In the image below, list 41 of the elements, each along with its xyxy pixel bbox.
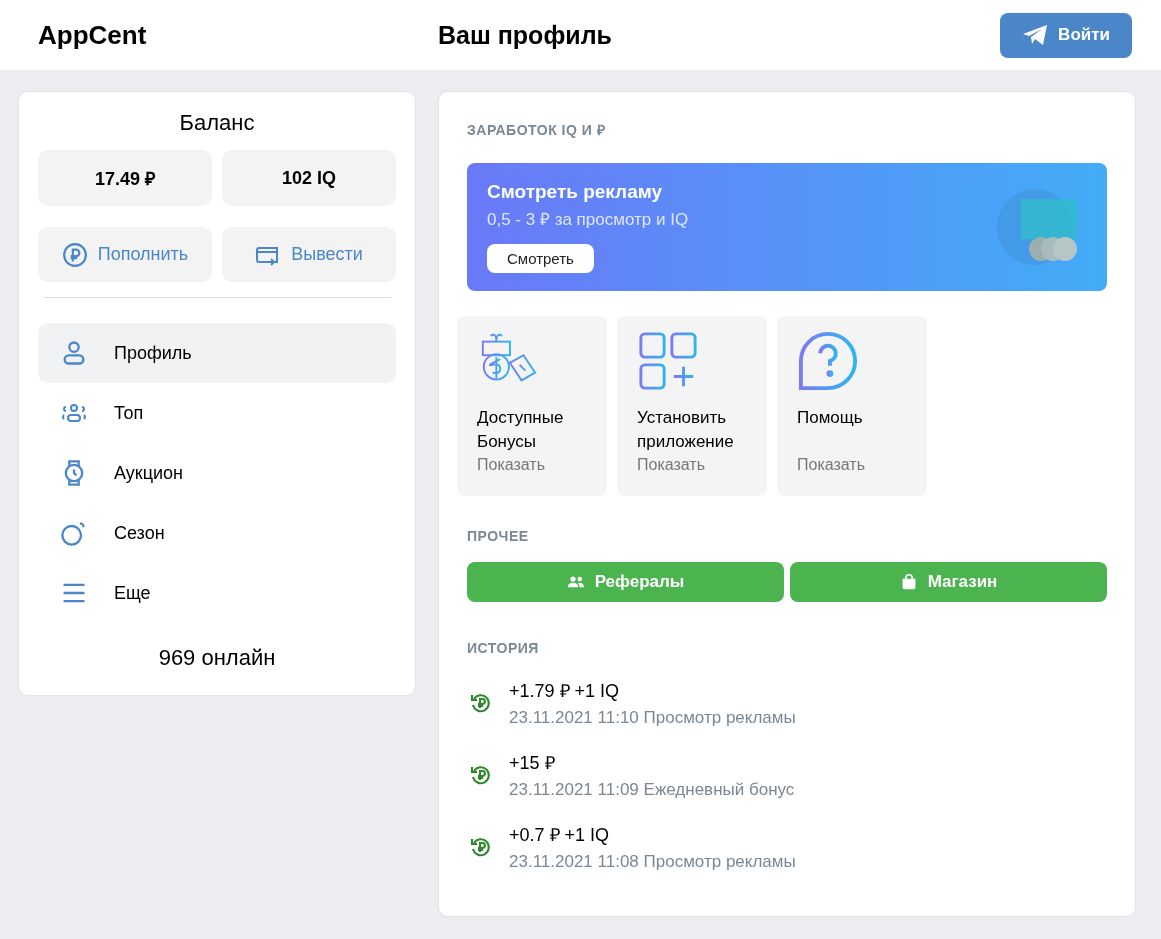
show-link[interactable]: Показать xyxy=(477,456,589,474)
people-icon xyxy=(566,574,585,590)
help-bubble-icon xyxy=(797,330,859,392)
banner-title: Смотреть рекламу xyxy=(487,181,663,203)
nav-item[interactable]: Аукцион xyxy=(38,443,396,503)
tile-title: Помощь xyxy=(797,407,864,429)
section-heading: ИСТОРИЯ xyxy=(467,640,540,656)
feature-tile[interactable]: Доступные Бонусы Показать xyxy=(457,316,607,496)
history-amount: +0.7 ₽ +1 IQ xyxy=(509,824,611,846)
nav-item[interactable]: Еще xyxy=(38,563,396,623)
nav-item[interactable]: Сезон xyxy=(38,503,396,563)
page-title: Ваш профиль xyxy=(438,20,613,50)
balance-amount: 17.49 ₽ xyxy=(38,150,212,206)
show-link[interactable]: Показать xyxy=(797,456,909,474)
history-details: 23.11.2021 11:09 Ежедневный бонус xyxy=(509,780,795,800)
ruble-history-icon xyxy=(469,691,493,715)
feature-tile[interactable]: Установить приложение Показать xyxy=(617,316,767,496)
show-link[interactable]: Показать xyxy=(637,456,749,474)
watch-button[interactable]: Смотреть xyxy=(487,244,594,273)
nav-item[interactable]: Топ xyxy=(38,383,396,443)
login-button[interactable]: Войти xyxy=(1000,12,1132,58)
ruble-history-icon xyxy=(469,763,493,787)
balance-title: Баланс xyxy=(178,110,256,136)
feature-tile[interactable]: Помощь Показать xyxy=(777,316,927,496)
history-amount: +15 ₽ xyxy=(509,752,556,774)
balance-amount: 102 IQ xyxy=(222,150,396,206)
online-count: 969 онлайн xyxy=(157,645,277,671)
apps-add-icon xyxy=(637,330,699,392)
tile-title: Установить приложение xyxy=(637,407,735,453)
nav-item[interactable]: Профиль xyxy=(38,323,396,383)
section-heading: ЗАРАБОТОК IQ И ₽ xyxy=(467,121,607,139)
ruble-coin-icon xyxy=(61,241,88,268)
history-details: 23.11.2021 11:08 Просмотр рекламы xyxy=(509,852,796,872)
section-heading: ПРОЧЕЕ xyxy=(467,528,530,544)
banner-subtitle: 0,5 - 3 ₽ за просмотр и IQ xyxy=(487,209,689,230)
ruble-history-icon xyxy=(469,835,493,859)
tile-title: Доступные Бонусы xyxy=(477,407,565,453)
history-details: 23.11.2021 11:10 Просмотр рекламы xyxy=(509,708,796,728)
paper-plane-icon xyxy=(1022,24,1049,46)
logo: AppCent xyxy=(38,19,148,51)
history-amount: +1.79 ₽ +1 IQ xyxy=(509,680,621,702)
